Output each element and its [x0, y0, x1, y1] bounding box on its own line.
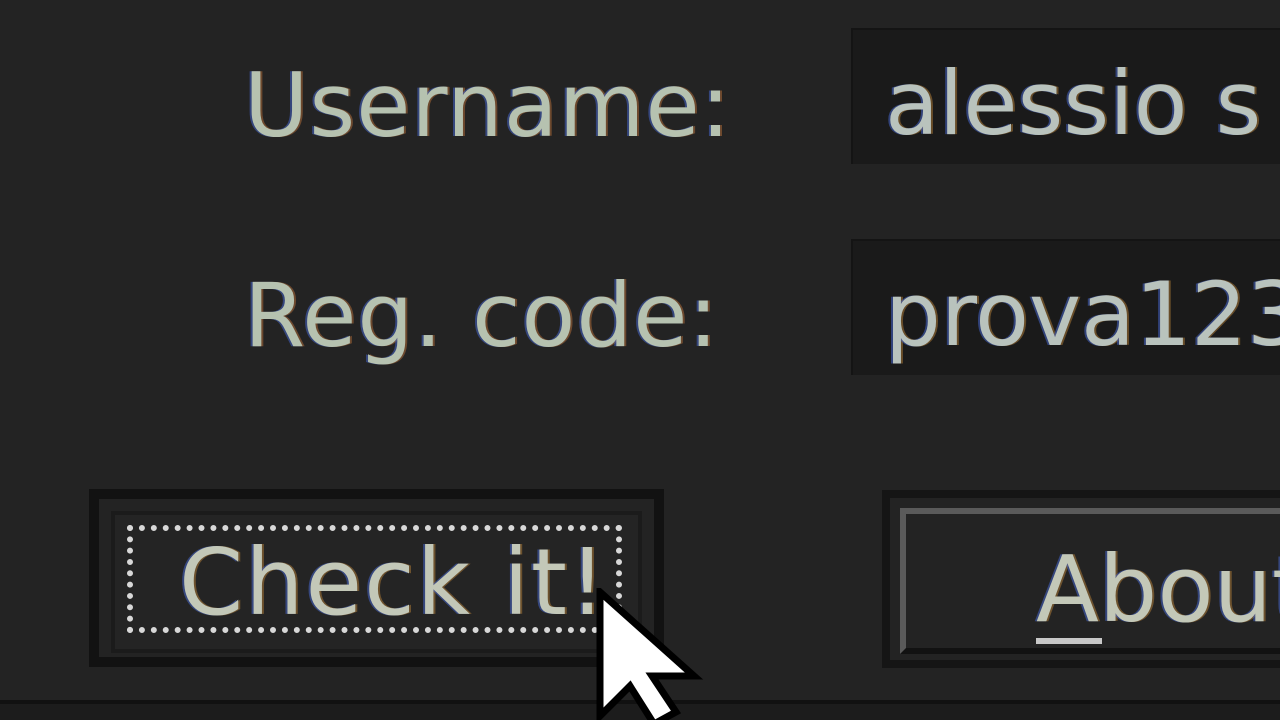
username-value: alessio s [885, 52, 1262, 155]
regcode-label: Reg. code: [244, 264, 720, 367]
focus-outline: Check it! [127, 525, 622, 633]
about-button[interactable]: About [882, 490, 1280, 668]
regcode-field[interactable]: prova123 [851, 239, 1280, 375]
about-label: About [1036, 536, 1280, 643]
username-field[interactable]: alessio s [851, 28, 1280, 164]
registration-dialog: Username: alessio s Reg. code: prova123 … [0, 0, 1280, 720]
username-label: Username: [244, 54, 732, 157]
accelerator-underline [1036, 638, 1102, 644]
check-it-button-face[interactable]: Check it! [111, 511, 642, 653]
regcode-value: prova123 [885, 263, 1280, 366]
check-it-label: Check it! [179, 529, 608, 636]
check-it-button[interactable]: Check it! [89, 489, 664, 667]
mouse-pointer-icon [596, 588, 704, 720]
about-button-face[interactable]: About [900, 508, 1280, 654]
